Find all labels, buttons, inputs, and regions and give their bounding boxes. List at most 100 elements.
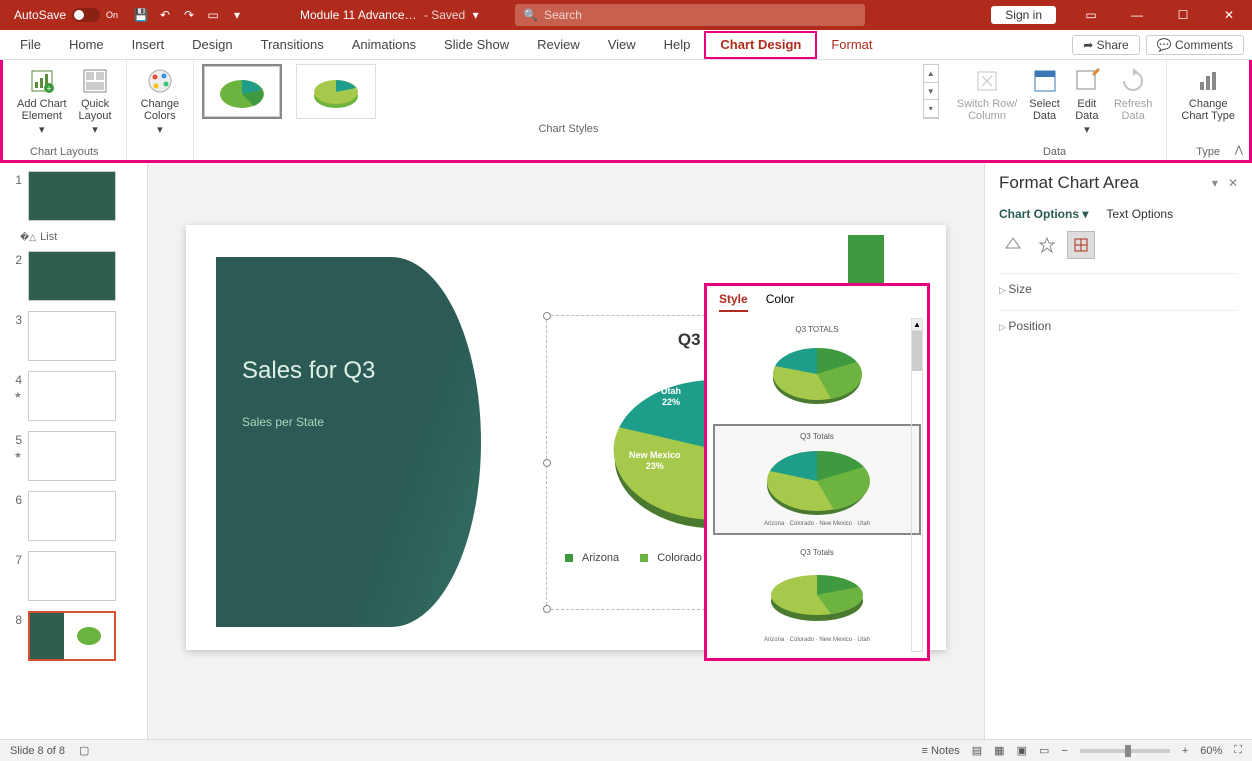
- change-chart-type-button[interactable]: Change Chart Type: [1177, 64, 1239, 124]
- save-icon[interactable]: 💾: [132, 6, 150, 24]
- thumb-image-7[interactable]: [28, 551, 116, 601]
- chart-style-1[interactable]: [202, 64, 282, 119]
- slice-label-utah: Utah22%: [661, 386, 681, 408]
- style-tab[interactable]: Style: [719, 292, 748, 312]
- tab-view[interactable]: View: [594, 30, 650, 60]
- section-size[interactable]: Size: [999, 273, 1238, 296]
- qat-more-icon[interactable]: ▾: [228, 6, 246, 24]
- thumb-image-4[interactable]: [28, 371, 116, 421]
- notes-button[interactable]: ≡ Notes: [922, 745, 960, 757]
- style-option-1[interactable]: Q3 TOTALS: [713, 318, 921, 418]
- style-option-2[interactable]: Q3 Totals Arizona · Colorado · New Mexic…: [713, 424, 921, 535]
- add-chart-element-button[interactable]: + Add Chart Element ▾: [13, 64, 71, 138]
- scroll-up-icon[interactable]: ▲: [924, 65, 938, 83]
- zoom-out-icon[interactable]: −: [1061, 745, 1067, 757]
- slide-title-block[interactable]: Sales for Q3 Sales per State: [216, 257, 481, 627]
- group-data: Switch Row/ Column Select Data Edit Data…: [943, 60, 1168, 160]
- group-label-chart-layouts: Chart Layouts: [30, 146, 98, 160]
- section-list-label[interactable]: List: [40, 231, 57, 243]
- maximize-icon[interactable]: ☐: [1160, 0, 1206, 30]
- zoom-in-icon[interactable]: +: [1182, 745, 1188, 757]
- tab-insert[interactable]: Insert: [118, 30, 179, 60]
- thumb-7[interactable]: 7: [0, 549, 147, 609]
- title-bar: AutoSave On 💾 ↶ ↷ ▭ ▾ Module 11 Advance……: [0, 0, 1252, 30]
- sign-in-button[interactable]: Sign in: [991, 6, 1056, 24]
- slide-thumbnails-pane[interactable]: 1 �△List 2 3 4★ 5★ 6 7 8: [0, 163, 148, 739]
- tab-home[interactable]: Home: [55, 30, 118, 60]
- scrollbar-thumb[interactable]: [912, 331, 922, 371]
- change-colors-button[interactable]: Change Colors ▾: [137, 64, 184, 138]
- thumb-2[interactable]: 2: [0, 249, 147, 309]
- refresh-data-button[interactable]: Refresh Data: [1110, 64, 1157, 138]
- minimize-icon[interactable]: —: [1114, 0, 1160, 30]
- fill-line-icon[interactable]: [999, 231, 1027, 259]
- select-data-button[interactable]: Select Data: [1025, 64, 1064, 138]
- thumb-8[interactable]: 8: [0, 609, 147, 669]
- comments-button[interactable]: 💬 Comments: [1146, 35, 1244, 55]
- style-pane-scrollbar[interactable]: ▲: [911, 318, 923, 652]
- chart-styles-scroll[interactable]: ▲ ▼ ▾: [923, 64, 939, 119]
- search-box[interactable]: 🔍: [515, 4, 865, 26]
- thumb-4[interactable]: 4★: [0, 369, 147, 429]
- tab-animations[interactable]: Animations: [338, 30, 430, 60]
- thumb-5[interactable]: 5★: [0, 429, 147, 489]
- pane-close-icon[interactable]: ✕: [1228, 176, 1238, 190]
- quick-layout-button[interactable]: Quick Layout ▾: [75, 64, 116, 138]
- edit-data-button[interactable]: Edit Data ▾: [1068, 64, 1106, 138]
- thumb-image-6[interactable]: [28, 491, 116, 541]
- color-tab[interactable]: Color: [766, 292, 795, 312]
- zoom-level[interactable]: 60%: [1200, 745, 1222, 757]
- scroll-up-icon[interactable]: ▲: [912, 319, 922, 331]
- thumb-image-1[interactable]: [28, 171, 116, 221]
- pane-menu-icon[interactable]: ▾: [1212, 176, 1218, 190]
- style-option-3[interactable]: Q3 Totals Arizona · Colorado · New Mexic…: [713, 541, 921, 650]
- view-slideshow-icon[interactable]: ▭: [1039, 744, 1049, 757]
- thumb-image-3[interactable]: [28, 311, 116, 361]
- undo-icon[interactable]: ↶: [156, 6, 174, 24]
- view-reading-icon[interactable]: ▣: [1017, 744, 1027, 757]
- tab-slide-show[interactable]: Slide Show: [430, 30, 523, 60]
- tab-review[interactable]: Review: [523, 30, 594, 60]
- format-chart-area-pane[interactable]: Format Chart Area ▾ ✕ Chart Options ▾ Te…: [984, 163, 1252, 739]
- thumb-3[interactable]: 3: [0, 309, 147, 369]
- chart-options-tab[interactable]: Chart Options ▾: [999, 207, 1088, 221]
- switch-row-column-button[interactable]: Switch Row/ Column: [953, 64, 1022, 138]
- effects-icon[interactable]: [1033, 231, 1061, 259]
- thumb-6[interactable]: 6: [0, 489, 147, 549]
- section-position[interactable]: Position: [999, 310, 1238, 333]
- tab-design[interactable]: Design: [178, 30, 246, 60]
- scroll-more-icon[interactable]: ▾: [924, 100, 938, 118]
- title-dropdown-icon[interactable]: ▾: [473, 8, 479, 22]
- chart-style-2[interactable]: [296, 64, 376, 119]
- tab-format[interactable]: Format: [817, 30, 886, 60]
- close-icon[interactable]: ✕: [1206, 0, 1252, 30]
- slide-canvas[interactable]: Sales for Q3 Sales per State Q3 Totals U…: [148, 163, 984, 739]
- zoom-slider[interactable]: [1080, 749, 1170, 753]
- thumb-image-2[interactable]: [28, 251, 116, 301]
- redo-icon[interactable]: ↷: [180, 6, 198, 24]
- accessibility-icon[interactable]: ▢: [79, 744, 89, 757]
- tab-chart-design[interactable]: Chart Design: [704, 31, 817, 59]
- share-button[interactable]: ➦ Share: [1072, 35, 1139, 55]
- autosave-toggle[interactable]: AutoSave On: [0, 8, 126, 22]
- ribbon-display-icon[interactable]: ▭: [1068, 0, 1114, 30]
- toggle-switch[interactable]: [72, 8, 100, 22]
- thumb-image-5[interactable]: [28, 431, 116, 481]
- scroll-down-icon[interactable]: ▼: [924, 83, 938, 101]
- size-properties-icon[interactable]: [1067, 231, 1095, 259]
- search-input[interactable]: [544, 8, 857, 22]
- tab-help[interactable]: Help: [650, 30, 705, 60]
- collapse-ribbon-icon[interactable]: ⋀: [1235, 145, 1243, 156]
- thumb-1[interactable]: 1: [0, 169, 147, 229]
- slideshow-icon[interactable]: ▭: [204, 6, 222, 24]
- text-options-tab[interactable]: Text Options: [1106, 207, 1173, 221]
- ribbon-tabs: File Home Insert Design Transitions Anim…: [0, 30, 1252, 60]
- fit-to-window-icon[interactable]: ⛶: [1234, 744, 1242, 757]
- tab-file[interactable]: File: [6, 30, 55, 60]
- collapse-tri-icon[interactable]: �△: [20, 232, 40, 242]
- chart-quick-styles-pane[interactable]: Style Color Q3 TOTALS Q3 Totals Arizona …: [704, 283, 930, 661]
- view-normal-icon[interactable]: ▤: [972, 744, 982, 757]
- view-sorter-icon[interactable]: ▦: [994, 744, 1004, 757]
- thumb-image-8[interactable]: [28, 611, 116, 661]
- tab-transitions[interactable]: Transitions: [247, 30, 338, 60]
